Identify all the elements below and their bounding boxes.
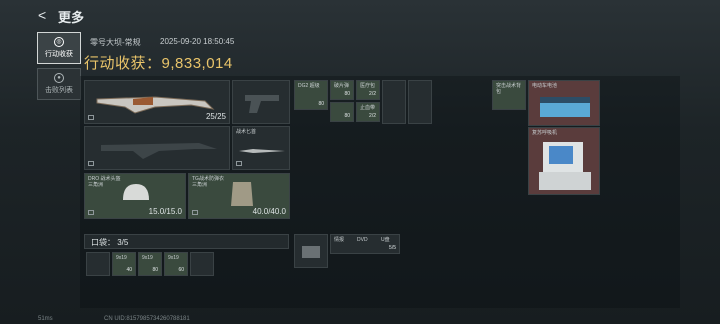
rig-item-med2[interactable]: 止血带 2/2: [356, 102, 380, 122]
monitor-icon: [539, 142, 591, 190]
helmet-durability: 15.0/15.0: [148, 207, 182, 216]
tab-kill-list[interactable]: ● 击败列表: [37, 68, 81, 100]
rig-empty-slot[interactable]: [408, 80, 432, 124]
battery-item[interactable]: 电动车电池: [528, 80, 600, 126]
tab-label: 击败列表: [45, 87, 73, 94]
item-count: 5/5: [389, 245, 396, 251]
pocket-header: 口袋： 3/5: [84, 234, 289, 249]
item-count: 80: [152, 267, 158, 273]
rifle-icon: [96, 96, 215, 114]
pocket-item[interactable]: 9x19 40: [112, 252, 136, 276]
lock-icon: [192, 210, 198, 215]
pocket-item[interactable]: 9x19 80: [138, 252, 162, 276]
case-icon: [302, 246, 320, 258]
lock-icon: [88, 115, 94, 120]
page-title: 更多: [58, 10, 85, 25]
item-label: 情报: [334, 237, 345, 243]
tab-action-harvest[interactable]: ◎ 行动收获: [37, 32, 81, 64]
container-items[interactable]: 情报 DVD U盘 5/5: [330, 234, 400, 254]
ammo-count: 25/25: [205, 112, 226, 121]
match-time: 2025-09-20 18:50:45: [160, 37, 235, 46]
ping-readout: 51ms: [38, 316, 53, 322]
vest-icon: [231, 182, 253, 206]
secondary-weapon-slot[interactable]: [84, 126, 230, 170]
item-count: 80: [318, 101, 324, 107]
rig-item-ammo3[interactable]: 80: [330, 102, 354, 122]
uid-readout: CN UID:8157985734260788181: [104, 316, 190, 322]
lock-icon: [88, 210, 94, 215]
back-icon[interactable]: <: [38, 7, 46, 23]
item-label: U盘: [381, 237, 390, 243]
item-label: 9x19: [142, 255, 153, 261]
pistol-slot[interactable]: [232, 80, 290, 124]
item-count: 80: [344, 113, 350, 119]
item-label: DVD: [357, 237, 368, 243]
item-count: 60: [178, 267, 184, 273]
rig-item-ammo[interactable]: DG2 超级 80: [294, 80, 328, 110]
item-label: 止血带: [360, 105, 376, 111]
item-label: 9x19: [116, 255, 127, 261]
lock-icon: [236, 161, 242, 166]
helmet-label: DRO 战术头盔 三角洲: [88, 176, 121, 188]
knife-label: 战术匕首: [236, 129, 257, 135]
helmet-icon: [123, 184, 149, 200]
pistol-icon: [245, 95, 279, 113]
armor-label: TG战术防弹衣 三角洲: [192, 176, 224, 188]
pocket-empty-slot[interactable]: [86, 252, 110, 276]
backpack-item[interactable]: 突击战术背包: [492, 80, 526, 110]
ventilator-item[interactable]: 复苏呼吸机: [528, 127, 600, 195]
rig-item-med[interactable]: 医疗包 2/2: [356, 80, 380, 100]
knife-icon: [239, 149, 285, 153]
person-icon: ●: [54, 73, 64, 83]
item-label: 突击战术背包: [496, 83, 522, 95]
item-label: 电动车电池: [532, 83, 558, 89]
earnings-total: 行动收获：9,833,014: [84, 55, 233, 72]
rig-item-ammo2[interactable]: 破片弹 80: [330, 80, 354, 100]
helmet-slot[interactable]: DRO 战术头盔 三角洲 15.0/15.0: [84, 173, 186, 219]
case-slot[interactable]: [294, 234, 328, 268]
primary-weapon-slot[interactable]: 25/25: [84, 80, 230, 124]
item-label: 医疗包: [360, 83, 376, 89]
lock-icon: [88, 161, 94, 166]
item-count: 40: [126, 267, 132, 273]
tab-label: 行动收获: [45, 51, 73, 58]
map-name: 零号大坝-常规: [90, 38, 141, 47]
item-label: 复苏呼吸机: [532, 130, 558, 136]
rifle-silhouette-icon: [101, 143, 217, 159]
sidebar: ◎ 行动收获 ● 击败列表: [37, 32, 81, 104]
rig-empty-slot[interactable]: [382, 80, 406, 124]
harvest-icon: ◎: [54, 37, 64, 47]
top-bar: < 更多: [0, 0, 720, 30]
item-count: 80: [344, 91, 350, 97]
item-label: DG2 超级: [298, 83, 320, 89]
armor-durability: 40.0/40.0: [252, 207, 286, 216]
knife-slot[interactable]: 战术匕首: [232, 126, 290, 170]
pocket-item[interactable]: 9x19 60: [164, 252, 188, 276]
battery-icon: [540, 97, 590, 117]
item-label: 9x19: [168, 255, 179, 261]
armor-slot[interactable]: TG战术防弹衣 三角洲 40.0/40.0: [188, 173, 290, 219]
pocket-empty-slot[interactable]: [190, 252, 214, 276]
item-label: 破片弹: [334, 83, 350, 89]
item-count: 2/2: [369, 91, 376, 97]
item-count: 2/2: [369, 113, 376, 119]
